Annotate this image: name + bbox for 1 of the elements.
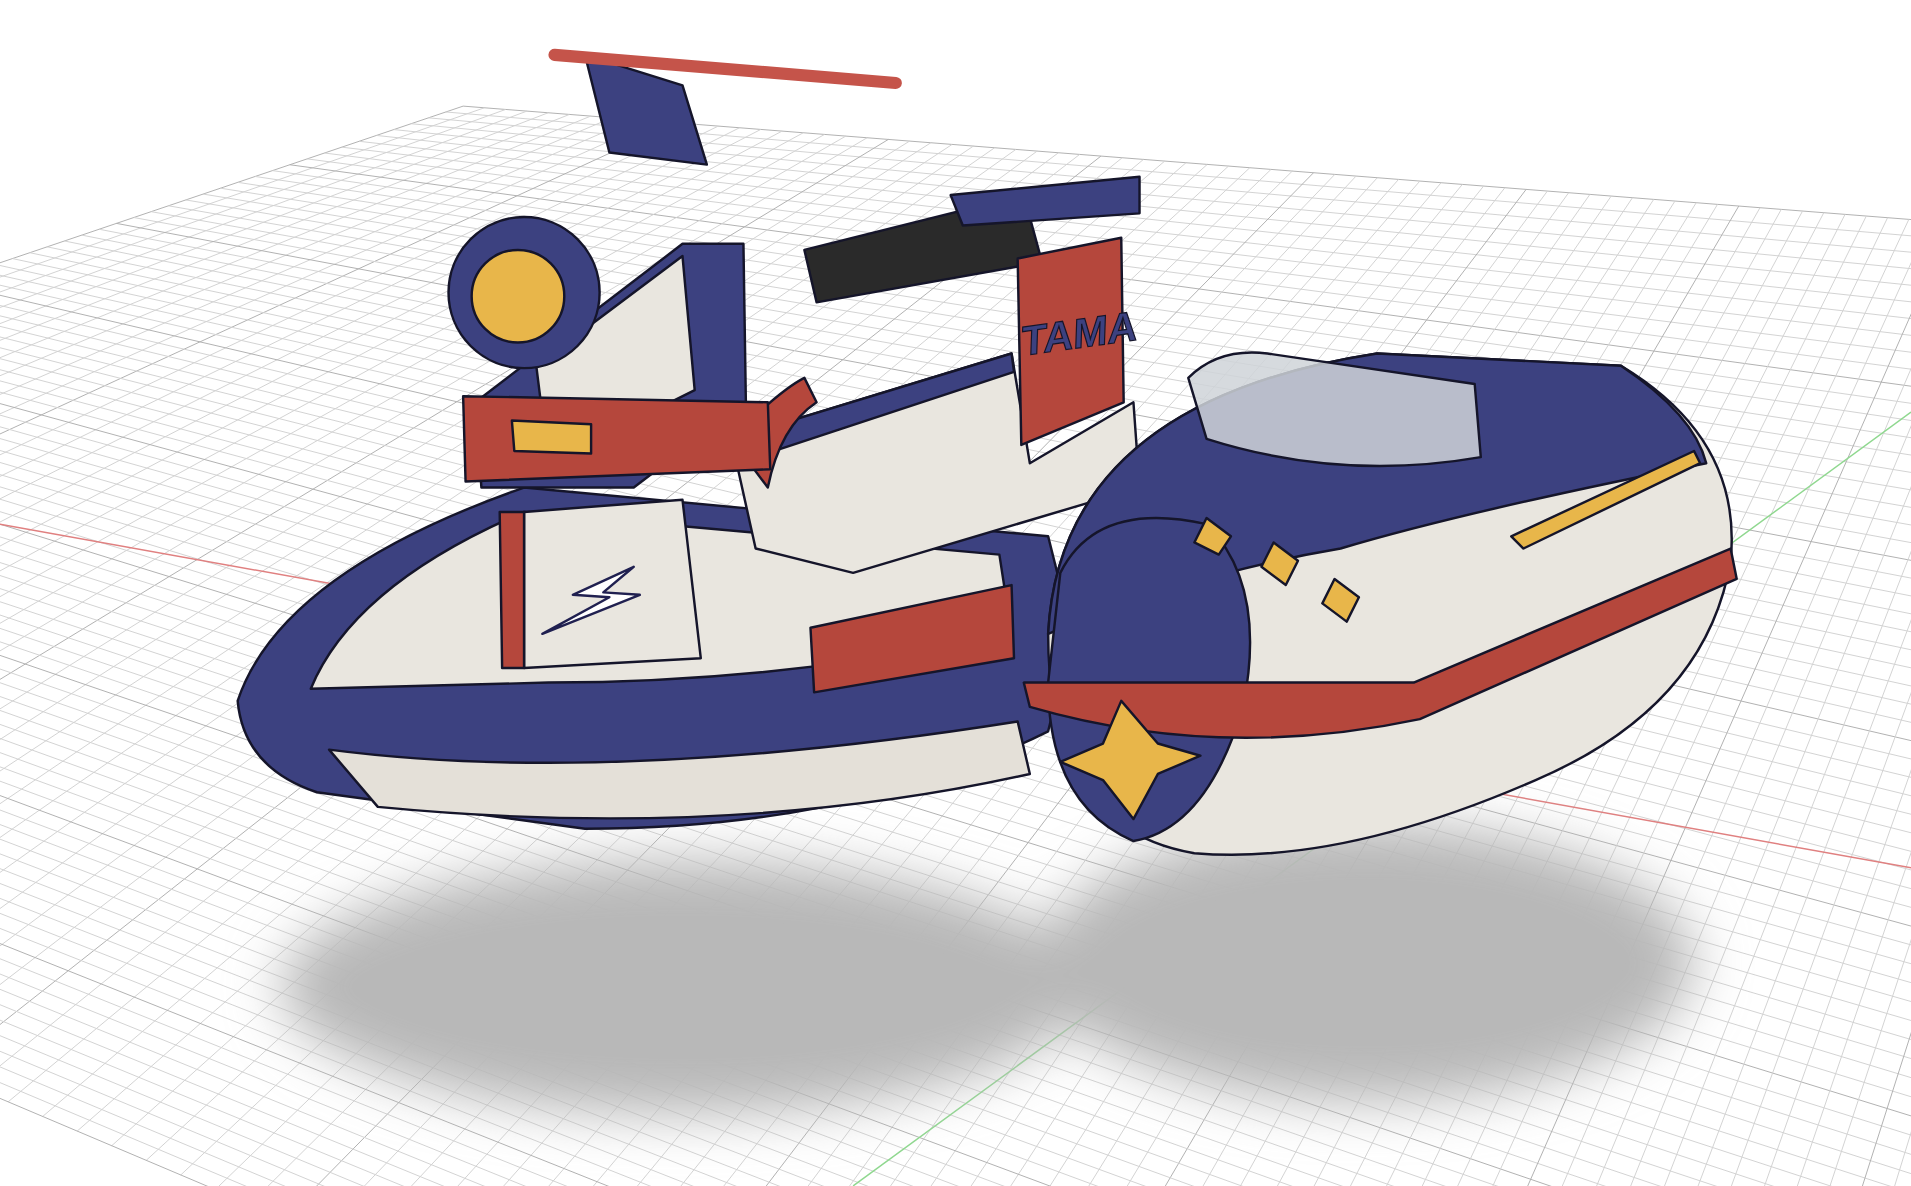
decal-text: TAMA [1021,301,1139,365]
